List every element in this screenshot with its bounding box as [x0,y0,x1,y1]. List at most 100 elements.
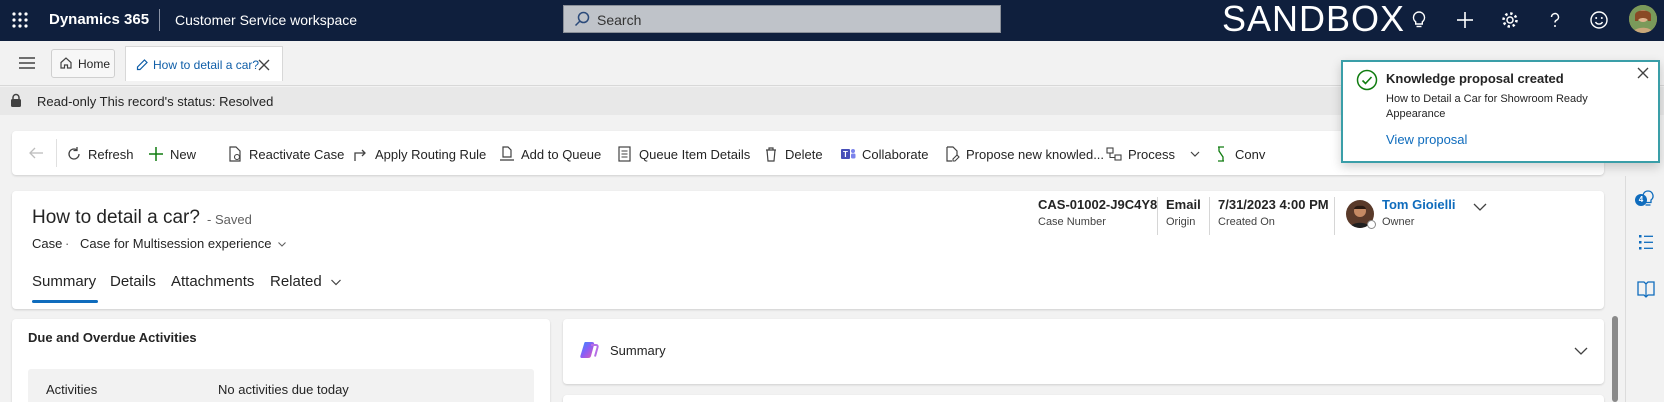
queue-item-details-label: Queue Item Details [639,146,751,162]
back-arrow-icon[interactable] [28,145,44,161]
add-to-queue-label: Add to Queue [521,146,602,162]
help-icon[interactable] [1545,10,1565,30]
convert-button[interactable]: Conv [1213,144,1265,164]
activities-value: No activities due today [218,382,349,397]
origin-field: Email Origin [1166,197,1201,228]
origin-label: Origin [1166,216,1196,228]
case-tab-label: How to detail a car? [153,58,260,72]
success-check-icon [1356,69,1378,91]
scrollbar[interactable] [1612,316,1618,402]
feedback-smiley-icon[interactable] [1589,10,1609,30]
apply-routing-rule-label: Apply Routing Rule [375,146,487,162]
record-title: How to detail a car? [32,207,200,228]
plus-icon [149,147,163,161]
due-activities-section: Due and Overdue Activities Activities No… [12,319,550,402]
divider [1157,197,1158,235]
case-number-value: CAS-01002-J9C4Y8 [1038,197,1158,212]
user-photo-icon [1629,5,1657,33]
tab-summary[interactable]: Summary [32,273,96,290]
add-to-queue-button[interactable]: Add to Queue [499,144,601,164]
chevron-down-icon [278,241,287,247]
toast-title: Knowledge proposal created [1386,71,1564,86]
lightbulb-icon[interactable] [1409,10,1429,30]
refresh-button[interactable]: Refresh [66,144,134,164]
active-tab-indicator [32,300,98,303]
hamburger-menu-icon[interactable] [18,55,36,71]
activities-row: Activities No activities due today [28,369,534,402]
save-status: - Saved [207,212,252,227]
owner-link[interactable]: Tom Gioielli [1382,197,1455,212]
reactivate-case-label: Reactivate Case [249,146,345,162]
origin-value: Email [1166,197,1201,212]
toast-message: How to Detail a Car for Showroom Ready A… [1386,93,1588,120]
expand-header-chevron-icon[interactable] [1472,199,1488,215]
knowledge-book-icon[interactable] [1636,280,1656,298]
owner-field: Tom Gioielli Owner [1382,197,1455,228]
home-tab-label: Home [78,57,111,71]
queue-item-details-button[interactable]: Queue Item Details [617,144,750,164]
user-avatar[interactable] [1629,5,1657,33]
chevron-down-icon[interactable] [1573,343,1589,359]
created-on-label: Created On [1218,216,1275,228]
chevron-down-icon [1190,151,1200,157]
checklist-icon[interactable] [1637,233,1655,251]
owner-label: Owner [1382,216,1415,228]
propose-knowledge-label: Propose new knowled... [966,146,1105,162]
search-placeholder: Search [597,12,642,28]
convert-icon [1218,146,1224,162]
tab-related-label: Related [270,273,322,290]
pencil-icon [136,59,148,71]
divider [56,139,57,167]
apply-routing-rule-button[interactable]: Apply Routing Rule [353,144,486,164]
process-icon [1106,147,1122,161]
home-icon [60,57,72,69]
delete-button[interactable]: Delete [763,144,823,164]
environment-label: SANDBOX [1222,0,1406,39]
productivity-pane-rail: 4 [1625,176,1664,402]
case-number-label: Case Number [1038,216,1106,228]
reactivate-case-button[interactable]: Reactivate Case [227,144,344,164]
tab-details[interactable]: Details [110,273,156,290]
gear-icon[interactable] [1500,10,1520,30]
teams-icon: T [841,149,856,159]
copilot-icon [580,342,599,358]
app-name[interactable]: Dynamics 365 [49,11,149,28]
form-selector[interactable]: Case for Multisession experience [80,236,287,251]
trash-icon [766,147,776,162]
close-icon[interactable] [1637,67,1649,79]
copilot-summary-section[interactable]: Summary [563,319,1604,384]
readonly-status-text: Read-only This record's status: Resolved [37,94,274,109]
knowledge-proposal-toast: Knowledge proposal created How to Detail… [1341,60,1660,163]
divider [159,9,160,31]
entity-name: Case [32,236,63,251]
convert-label: Conv [1235,146,1266,162]
tab-attachments[interactable]: Attachments [171,273,254,290]
workspace-name[interactable]: Customer Service workspace [175,12,357,28]
new-label: New [170,146,197,162]
tab-related[interactable]: Related [270,273,342,290]
app-launcher-icon[interactable] [10,10,30,30]
created-on-value: 7/31/2023 4:00 PM [1218,197,1329,212]
refresh-icon [68,147,80,160]
top-navigation-bar: Dynamics 365 Customer Service workspace … [0,0,1664,41]
section-title: Due and Overdue Activities [28,330,197,345]
process-menu-button[interactable]: Process [1106,144,1201,164]
collaborate-button[interactable]: T Collaborate [840,144,929,164]
new-button[interactable]: New [148,144,196,164]
document-edit-icon [946,146,960,162]
activities-label: Activities [46,382,98,397]
divider [1334,197,1335,235]
view-proposal-link[interactable]: View proposal [1386,132,1467,147]
case-session-tab[interactable]: How to detail a car? [125,46,283,81]
process-label: Process [1128,146,1175,162]
close-tab-icon[interactable] [258,59,270,71]
svg-text:T: T [843,150,848,159]
presence-status-icon [1367,220,1376,229]
search-box[interactable]: Search [563,5,1001,33]
propose-knowledge-button[interactable]: Propose new knowled... [944,144,1104,164]
case-number-field: CAS-01002-J9C4Y8 Case Number [1038,197,1157,228]
delete-label: Delete [785,146,823,162]
record-header: How to detail a car? - Saved Case · Case… [12,191,1604,309]
home-tab[interactable]: Home [51,49,115,78]
plus-icon[interactable] [1455,10,1475,30]
